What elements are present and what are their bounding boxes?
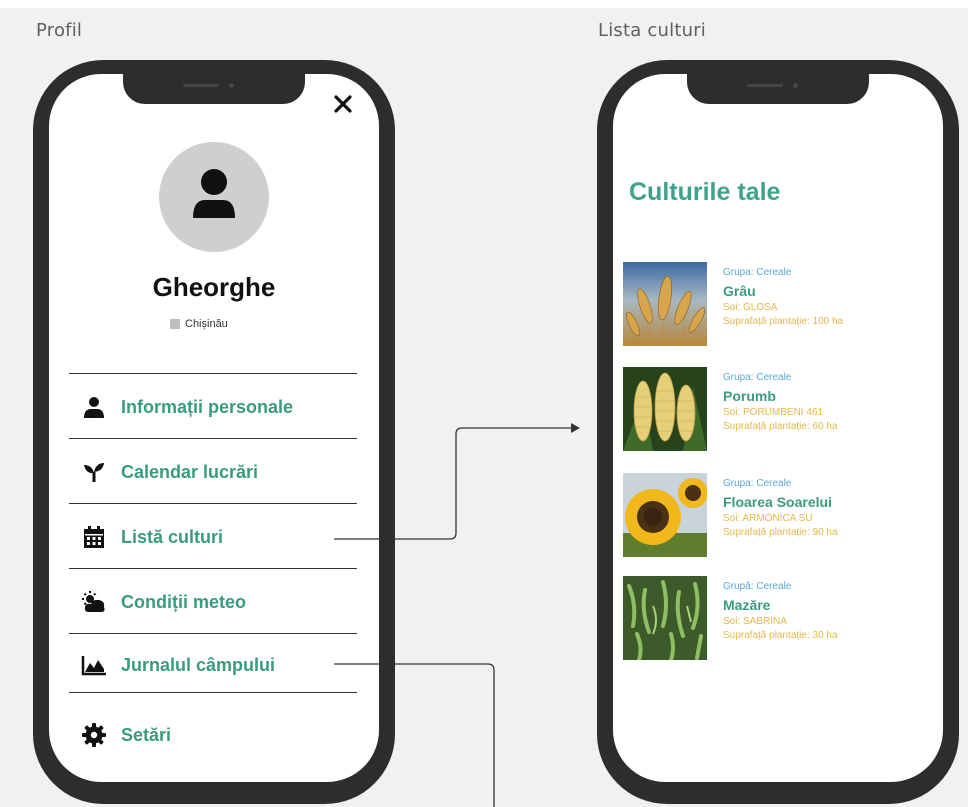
menu-divider [69, 692, 357, 693]
menu-divider [69, 438, 357, 439]
menu-item-weather[interactable]: Condiții meteo [81, 589, 246, 615]
crop-item-corn[interactable]: Grupa: Cereale Porumb Soi: PORUMBENI 461… [623, 367, 838, 451]
top-strip [0, 0, 968, 8]
menu-divider [69, 373, 357, 374]
menu-label: Setări [121, 724, 172, 745]
close-button[interactable] [334, 94, 352, 118]
location-icon [170, 319, 180, 329]
phone-notch [687, 74, 869, 104]
crop-item-sunflower[interactable]: Grupa: Cereale Floarea Soarelui Soi: ARM… [623, 473, 838, 557]
phone-notch [123, 74, 305, 104]
menu-item-personal-info[interactable]: Informații personale [81, 394, 293, 420]
person-icon [193, 169, 235, 218]
menu-item-settings[interactable]: Setări [81, 722, 171, 748]
crop-group: Grupa: Cereale [723, 372, 792, 383]
crop-item-pea[interactable]: Grupă: Cereale Mazăre Soi: SABRINA Supra… [623, 576, 838, 660]
crop-list-screen: Culturile tale Grupa: Cereale Grâu Soi: … [613, 74, 943, 782]
menu-label: Calendar lucrări [121, 461, 259, 482]
crop-name: Floarea Soarelui [723, 494, 832, 510]
arrow-head-icon [571, 423, 580, 433]
person-icon [81, 394, 107, 420]
crop-name: Mazăre [723, 597, 771, 613]
wheat-image [623, 262, 707, 346]
speaker [183, 84, 219, 87]
crop-variety: Soi: PORUMBENI 461 [723, 407, 824, 418]
calendar-icon [81, 524, 107, 550]
speaker [747, 84, 783, 87]
menu-divider [69, 568, 357, 569]
menu-item-work-calendar[interactable]: Calendar lucrări [81, 459, 258, 485]
crop-name: Grâu [723, 283, 756, 299]
area-chart-icon [81, 652, 107, 678]
phone-crop-list: Culturile tale Grupa: Cereale Grâu Soi: … [597, 60, 959, 804]
user-location: Chișinău [170, 318, 228, 330]
user-name: Gheorghe [152, 272, 276, 302]
crop-group: Grupa: Cereale [723, 267, 792, 278]
menu-item-field-journal[interactable]: Jurnalul câmpului [81, 652, 275, 678]
frame-label-crop-list: Lista culturi [598, 20, 706, 41]
camera [229, 83, 234, 88]
phone-profile: Gheorghe Chișinău Informații personale C… [33, 60, 395, 804]
profile-screen: Gheorghe Chișinău Informații personale C… [49, 74, 379, 782]
location-label: Chișinău [185, 318, 228, 330]
menu-label: Jurnalul câmpului [121, 654, 276, 675]
menu-label: Listă culturi [121, 526, 224, 547]
crop-variety: Soi: GLOSA [723, 302, 778, 313]
weather-icon [81, 589, 107, 615]
menu-item-crop-list[interactable]: Listă culturi [81, 524, 223, 550]
corn-image [623, 367, 707, 451]
crop-info: Grupa: Cereale Porumb Soi: PORUMBENI 461… [723, 367, 838, 451]
crop-group: Grupa: Cereale [723, 478, 792, 489]
crop-variety: Soi: SABRINA [723, 616, 787, 627]
menu-divider [69, 503, 357, 504]
crop-info: Grupa: Cereale Floarea Soarelui Soi: ARM… [723, 473, 838, 557]
crop-info: Grupă: Cereale Mazăre Soi: SABRINA Supra… [723, 576, 838, 660]
page-title: Culturile tale [629, 178, 781, 206]
crop-area: Suprafață plantație: 100 ha [723, 316, 844, 327]
crop-variety: Soi: ARMONICA SU [723, 513, 813, 524]
menu-label: Condiții meteo [121, 591, 246, 612]
avatar[interactable] [159, 142, 269, 252]
gear-icon [81, 722, 107, 748]
crop-item-wheat[interactable]: Grupa: Cereale Grâu Soi: GLOSA Suprafață… [623, 262, 843, 346]
crop-area: Suprafață plantație: 30 ha [723, 630, 838, 641]
close-icon [334, 95, 352, 113]
crop-area: Suprafață plantație: 90 ha [723, 527, 838, 538]
crop-area: Suprafață plantație: 60 ha [723, 421, 838, 432]
crop-group: Grupă: Cereale [723, 581, 792, 592]
menu-label: Informații personale [121, 396, 294, 417]
seedling-icon [81, 459, 107, 485]
pea-image [623, 576, 707, 660]
menu-divider [69, 633, 357, 634]
crop-info: Grupa: Cereale Grâu Soi: GLOSA Suprafață… [723, 262, 843, 346]
sunflower-image [623, 473, 707, 557]
camera [793, 83, 798, 88]
frame-label-profile: Profil [36, 20, 83, 41]
crop-name: Porumb [723, 388, 776, 404]
